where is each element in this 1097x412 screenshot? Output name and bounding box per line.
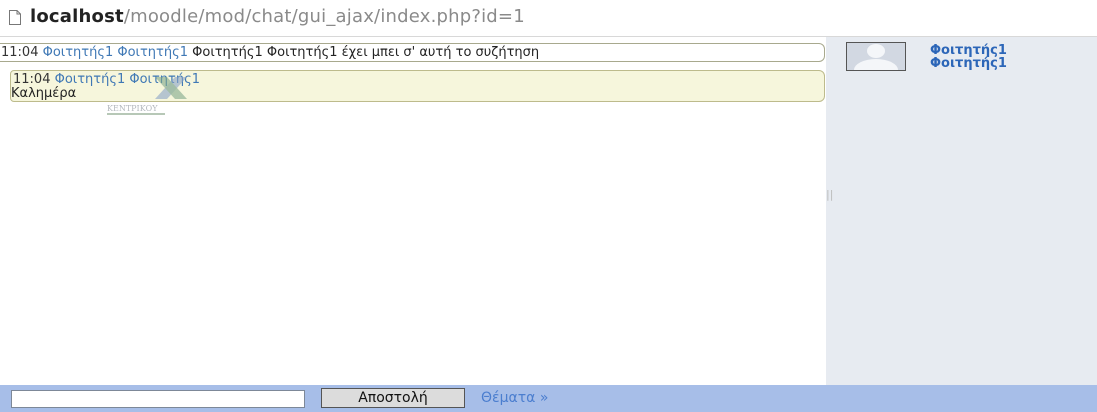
message-time: 11:04 xyxy=(13,72,51,87)
user-silhouette-icon xyxy=(847,43,905,70)
user-link[interactable]: Φοιτητής1 xyxy=(117,45,188,60)
page-icon xyxy=(9,10,21,25)
panel-resize-handle[interactable]: || xyxy=(826,188,833,201)
url-path: /moodle/mod/chat/gui_ajax/index.php?id=1 xyxy=(123,6,525,27)
logo-text: ΚΕΝΤΡΙΚΟΥ xyxy=(107,104,158,113)
system-message: 11:04 Φοιτητής1 Φοιτητής1 Φοιτητής1 Φοιτ… xyxy=(0,43,825,62)
topics-link[interactable]: Θέματα » xyxy=(481,390,548,406)
user-list-panel: Φοιτητής1 Φοιτητής1 xyxy=(826,37,1097,385)
user-link[interactable]: Φοιτητής1 xyxy=(43,45,114,60)
user-last-name[interactable]: Φοιτητής1 xyxy=(930,56,1007,71)
send-button[interactable]: Αποστολή xyxy=(321,388,465,408)
chat-messages-panel: 11:04 Φοιτητής1 Φοιτητής1 Φοιτητής1 Φοιτ… xyxy=(0,37,826,385)
message-time: 11:04 xyxy=(1,45,39,60)
system-message-text: Φοιτητής1 Φοιτητής1 έχει μπει σ' αυτή το… xyxy=(192,45,540,60)
watermark-logo: ΚΕΝΤΡΙΚΟΥ xyxy=(107,77,187,115)
message-input[interactable] xyxy=(11,390,305,408)
message-text: Καλημέρα xyxy=(11,86,77,101)
url-text[interactable]: localhost/moodle/mod/chat/gui_ajax/index… xyxy=(30,6,525,27)
bottom-bar: Αποστολή Θέματα » xyxy=(0,385,1097,412)
url-host: localhost xyxy=(30,6,124,27)
user-avatar[interactable] xyxy=(846,42,906,71)
address-bar[interactable]: localhost/moodle/mod/chat/gui_ajax/index… xyxy=(0,0,1097,37)
